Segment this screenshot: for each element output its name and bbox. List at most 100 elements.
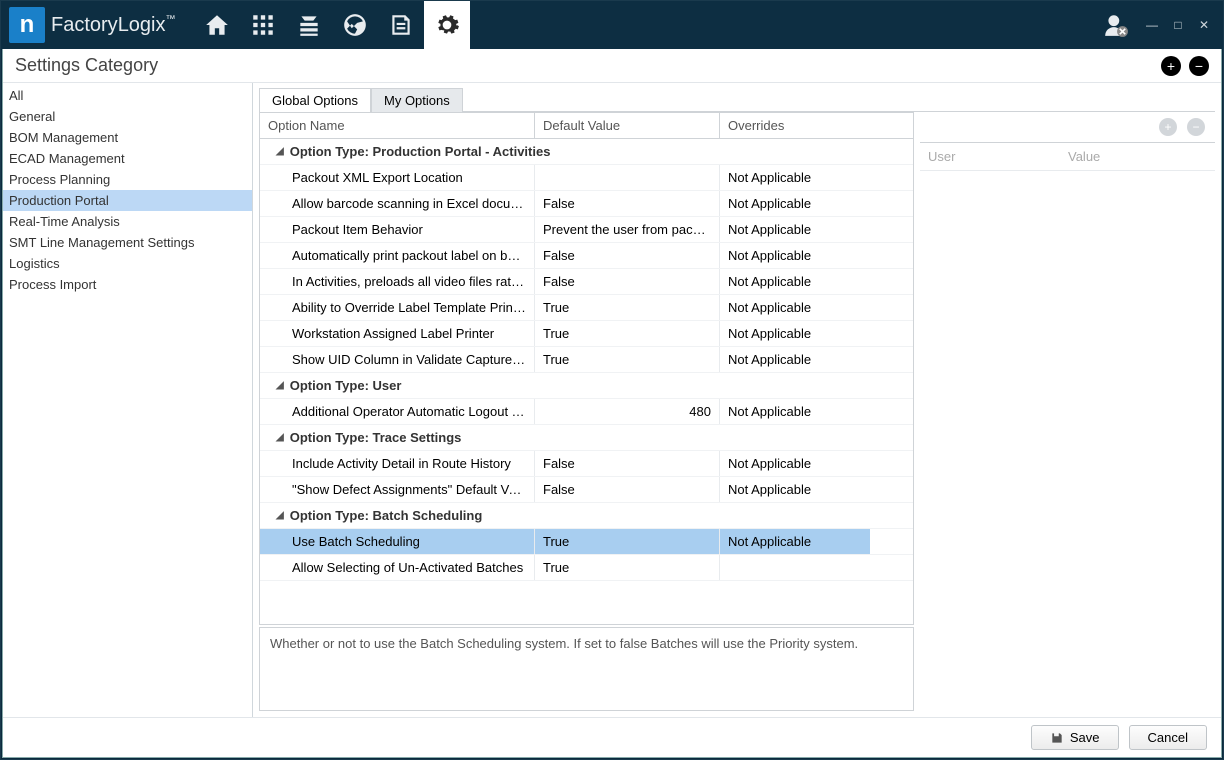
- option-overrides-cell: Not Applicable: [720, 165, 870, 190]
- option-name-cell: Allow Selecting of Un-Activated Batches: [260, 555, 535, 580]
- option-row[interactable]: Allow barcode scanning in Excel document…: [260, 191, 913, 217]
- option-overrides-cell: [720, 555, 870, 580]
- option-value-cell: True: [535, 321, 720, 346]
- remove-category-button[interactable]: −: [1189, 56, 1209, 76]
- grid-icon[interactable]: [240, 1, 286, 49]
- option-row[interactable]: Use Batch SchedulingTrueNot Applicable: [260, 529, 913, 555]
- overrides-panel: + − User Value: [920, 112, 1215, 711]
- report-icon[interactable]: [378, 1, 424, 49]
- option-value-cell: True: [535, 347, 720, 372]
- group-row[interactable]: ◢Option Type: Production Portal - Activi…: [260, 139, 913, 165]
- option-overrides-cell: Not Applicable: [720, 477, 870, 502]
- option-value-cell: Prevent the user from packing i...: [535, 217, 720, 242]
- column-header[interactable]: Overrides: [720, 113, 870, 138]
- maximize-button[interactable]: □: [1167, 14, 1189, 36]
- settings-icon[interactable]: [424, 1, 470, 49]
- option-row[interactable]: Packout Item BehaviorPrevent the user fr…: [260, 217, 913, 243]
- sidebar-item-process-planning[interactable]: Process Planning: [3, 169, 252, 190]
- main-panel: Global OptionsMy Options Option NameDefa…: [253, 83, 1221, 717]
- option-value-cell: 480: [535, 399, 720, 424]
- sidebar-item-ecad-management[interactable]: ECAD Management: [3, 148, 252, 169]
- column-header[interactable]: Option Name: [260, 113, 535, 138]
- remove-override-button[interactable]: −: [1187, 118, 1205, 136]
- home-icon[interactable]: [194, 1, 240, 49]
- option-row[interactable]: Include Activity Detail in Route History…: [260, 451, 913, 477]
- collapse-icon[interactable]: ◢: [276, 432, 284, 443]
- collapse-icon[interactable]: ◢: [276, 146, 284, 157]
- minimize-button[interactable]: —: [1141, 14, 1163, 36]
- sidebar-item-general[interactable]: General: [3, 106, 252, 127]
- app-logo: n FactoryLogix™: [9, 7, 176, 43]
- option-name-cell: Additional Operator Automatic Logout Tim…: [260, 399, 535, 424]
- option-row[interactable]: Allow Selecting of Un-Activated BatchesT…: [260, 555, 913, 581]
- logo-text: FactoryLogix™: [51, 14, 176, 37]
- option-row[interactable]: Workstation Assigned Label PrinterTrueNo…: [260, 321, 913, 347]
- add-override-button[interactable]: +: [1159, 118, 1177, 136]
- option-row[interactable]: Packout XML Export Location Not Applicabl…: [260, 165, 913, 191]
- logo-text-1: Factory: [51, 14, 118, 36]
- grid-header: Option NameDefault ValueOverrides: [260, 113, 913, 139]
- settings-window: Settings Category + − AllGeneralBOM Mana…: [2, 49, 1222, 758]
- option-overrides-cell: Not Applicable: [720, 217, 870, 242]
- tab-global-options[interactable]: Global Options: [259, 88, 371, 112]
- sidebar-item-bom-management[interactable]: BOM Management: [3, 127, 252, 148]
- collapse-icon[interactable]: ◢: [276, 510, 284, 521]
- option-value-cell: True: [535, 529, 720, 554]
- sidebar-item-logistics[interactable]: Logistics: [3, 253, 252, 274]
- option-value-cell: True: [535, 295, 720, 320]
- options-grid: Option NameDefault ValueOverrides ◢Optio…: [259, 112, 914, 625]
- option-value-cell: False: [535, 477, 720, 502]
- user-icon[interactable]: [1103, 12, 1129, 38]
- globe-icon[interactable]: [332, 1, 378, 49]
- overrides-col-user: User: [928, 149, 1068, 164]
- logo-icon: n: [9, 7, 45, 43]
- option-name-cell: Ability to Override Label Template Print…: [260, 295, 535, 320]
- option-overrides-cell: Not Applicable: [720, 269, 870, 294]
- option-overrides-cell: Not Applicable: [720, 321, 870, 346]
- option-name-cell: Show UID Column in Validate Captured Ma.…: [260, 347, 535, 372]
- option-overrides-cell: Not Applicable: [720, 529, 870, 554]
- group-row[interactable]: ◢Option Type: User: [260, 373, 913, 399]
- save-button[interactable]: Save: [1031, 725, 1119, 750]
- option-name-cell: Packout XML Export Location: [260, 165, 535, 190]
- option-name-cell: Workstation Assigned Label Printer: [260, 321, 535, 346]
- option-name-cell: Automatically print packout label on box…: [260, 243, 535, 268]
- option-overrides-cell: Not Applicable: [720, 451, 870, 476]
- window-header: Settings Category + −: [3, 49, 1221, 83]
- column-header[interactable]: Default Value: [535, 113, 720, 138]
- tab-my-options[interactable]: My Options: [371, 88, 463, 112]
- option-row[interactable]: Show UID Column in Validate Captured Ma.…: [260, 347, 913, 373]
- option-row[interactable]: "Show Defect Assignments" Default ValueF…: [260, 477, 913, 503]
- option-row[interactable]: In Activities, preloads all video files …: [260, 269, 913, 295]
- sidebar-item-real-time-analysis[interactable]: Real-Time Analysis: [3, 211, 252, 232]
- overrides-columns: User Value: [920, 143, 1215, 171]
- option-row[interactable]: Automatically print packout label on box…: [260, 243, 913, 269]
- option-name-cell: In Activities, preloads all video files …: [260, 269, 535, 294]
- option-overrides-cell: Not Applicable: [720, 399, 870, 424]
- close-button[interactable]: ✕: [1193, 14, 1215, 36]
- add-category-button[interactable]: +: [1161, 56, 1181, 76]
- cancel-label: Cancel: [1148, 730, 1188, 745]
- option-name-cell: Packout Item Behavior: [260, 217, 535, 242]
- option-overrides-cell: Not Applicable: [720, 295, 870, 320]
- sidebar-item-smt-line-management-settings[interactable]: SMT Line Management Settings: [3, 232, 252, 253]
- collapse-icon[interactable]: ◢: [276, 380, 284, 391]
- group-row[interactable]: ◢Option Type: Batch Scheduling: [260, 503, 913, 529]
- option-row[interactable]: Ability to Override Label Template Print…: [260, 295, 913, 321]
- sidebar-item-process-import[interactable]: Process Import: [3, 274, 252, 295]
- grid-body[interactable]: ◢Option Type: Production Portal - Activi…: [260, 139, 913, 624]
- save-icon: [1050, 731, 1064, 745]
- option-name-cell: Include Activity Detail in Route History: [260, 451, 535, 476]
- group-row[interactable]: ◢Option Type: Trace Settings: [260, 425, 913, 451]
- titlebar-right: — □ ✕: [1103, 12, 1215, 38]
- cancel-button[interactable]: Cancel: [1129, 725, 1207, 750]
- option-row[interactable]: Additional Operator Automatic Logout Tim…: [260, 399, 913, 425]
- sidebar-item-all[interactable]: All: [3, 85, 252, 106]
- category-sidebar: AllGeneralBOM ManagementECAD ManagementP…: [3, 83, 253, 717]
- tabs: Global OptionsMy Options: [259, 87, 1215, 112]
- sidebar-item-production-portal[interactable]: Production Portal: [3, 190, 252, 211]
- grid-wrap: Option NameDefault ValueOverrides ◢Optio…: [259, 112, 1215, 711]
- overrides-header: + −: [920, 112, 1215, 143]
- option-overrides-cell: Not Applicable: [720, 347, 870, 372]
- stack-icon[interactable]: [286, 1, 332, 49]
